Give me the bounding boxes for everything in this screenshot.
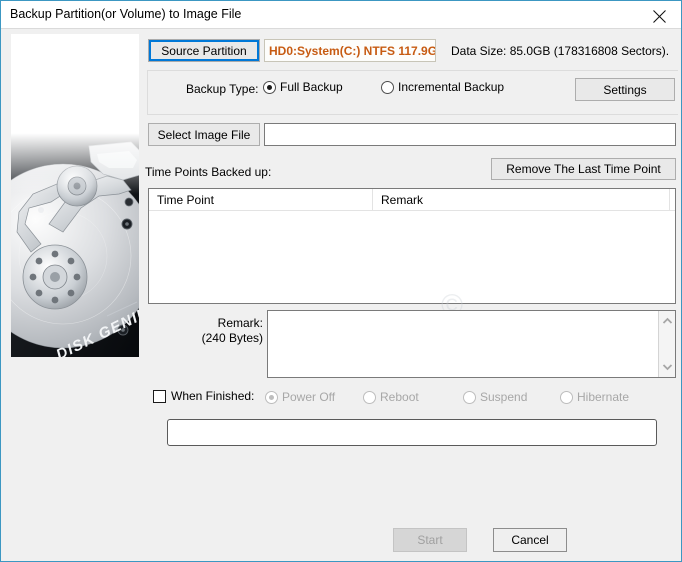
source-partition-button[interactable]: Source Partition (148, 39, 260, 62)
remove-last-time-point-button[interactable]: Remove The Last Time Point (491, 158, 676, 180)
hard-disk-illustration: DISK GENIUS (11, 34, 139, 357)
radio-dot-icon (463, 390, 476, 404)
column-divider (669, 189, 670, 211)
radio-full-backup[interactable]: Full Backup (263, 80, 343, 94)
column-header-remark[interactable]: Remark (381, 193, 423, 207)
settings-button[interactable]: Settings (575, 78, 675, 101)
backup-dialog-window: Backup Partition(or Volume) to Image Fil… (0, 0, 682, 562)
select-image-file-button[interactable]: Select Image File (148, 123, 260, 146)
radio-label: Reboot (380, 390, 419, 404)
radio-suspend: Suspend (463, 390, 527, 404)
radio-dot-icon (263, 80, 276, 94)
radio-dot-icon (363, 390, 376, 404)
remark-label: Remark: (240 Bytes) (193, 316, 263, 346)
radio-power-off: Power Off (265, 390, 335, 404)
when-finished-checkbox[interactable]: When Finished: (153, 389, 254, 403)
status-field (167, 419, 657, 446)
radio-dot-icon (560, 390, 573, 404)
cancel-button[interactable]: Cancel (493, 528, 567, 552)
source-partition-value-field[interactable]: HD0:System(C:) NTFS 117.9G (264, 39, 436, 62)
backup-type-label: Backup Type: (186, 82, 259, 96)
radio-dot-icon (381, 80, 394, 94)
time-points-label: Time Points Backed up: (145, 165, 272, 179)
radio-label: Incremental Backup (398, 80, 505, 94)
checkbox-icon (153, 389, 166, 403)
image-file-path-input[interactable] (264, 123, 676, 146)
chevron-up-icon[interactable] (662, 316, 673, 327)
radio-label: Suspend (480, 390, 528, 404)
remark-label-line2: (240 Bytes) (201, 331, 263, 345)
remark-scrollbar[interactable] (658, 311, 675, 377)
close-button[interactable] (637, 1, 681, 28)
radio-reboot: Reboot (363, 390, 419, 404)
column-header-time-point[interactable]: Time Point (157, 193, 214, 207)
hdd-image: DISK GENIUS (11, 34, 139, 357)
remark-label-line1: Remark: (217, 316, 263, 330)
close-icon (653, 10, 666, 23)
remark-box (267, 310, 676, 378)
chevron-down-icon[interactable] (662, 361, 673, 372)
radio-label: Full Backup (280, 80, 343, 94)
radio-dot-icon (265, 390, 278, 404)
radio-label: Power Off (282, 390, 336, 404)
column-divider (372, 189, 373, 211)
listbox-header: Time Point Remark (149, 189, 675, 211)
window-title: Backup Partition(or Volume) to Image Fil… (10, 7, 242, 21)
start-button[interactable]: Start (393, 528, 467, 552)
source-partition-value: HD0:System(C:) NTFS 117.9G (269, 44, 436, 58)
when-finished-label: When Finished: (171, 389, 255, 403)
radio-hibernate: Hibernate (560, 390, 629, 404)
radio-label: Hibernate (577, 390, 630, 404)
data-size-label: Data Size: 85.0GB (178316808 Sectors). (451, 44, 670, 58)
radio-incremental-backup[interactable]: Incremental Backup (381, 80, 504, 94)
title-bar: Backup Partition(or Volume) to Image Fil… (1, 1, 681, 29)
time-points-listbox[interactable]: Time Point Remark (148, 188, 676, 304)
remark-input[interactable] (268, 311, 658, 377)
